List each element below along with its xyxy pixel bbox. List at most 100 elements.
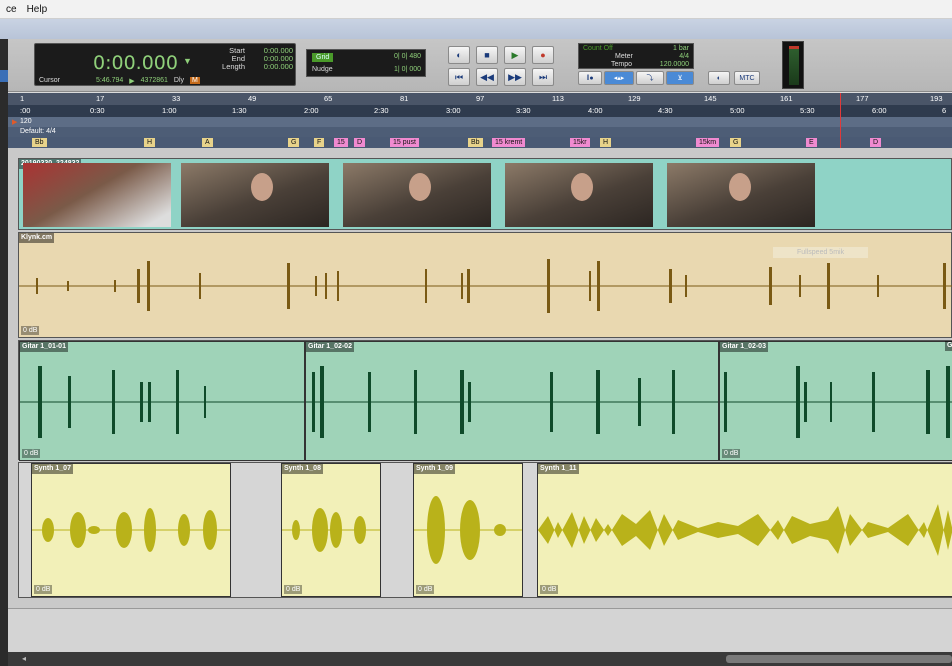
return-to-zero-button[interactable]: ⏮ — [448, 68, 470, 86]
menu-item-help[interactable]: Help — [27, 4, 48, 15]
synth-track[interactable]: Synth 1_07 0 dB Synth 1_08 0 dB Synth 1_… — [18, 462, 952, 598]
online-button[interactable]: ◐ — [448, 46, 470, 64]
marker[interactable]: D — [354, 138, 366, 147]
marker[interactable]: 15 pust — [390, 138, 419, 147]
dly-toggle-icon[interactable]: M — [190, 77, 200, 84]
edit-window-side-button[interactable] — [0, 70, 8, 82]
main-counter[interactable]: 0:00.000 ▼ Start End Length 0:00.000 0:0… — [34, 43, 296, 86]
klynk-waveform — [19, 259, 952, 313]
time-tick: 4:30 — [658, 106, 673, 115]
rewind-button[interactable]: ◀◀ — [476, 68, 498, 86]
marker[interactable]: Bb — [468, 138, 483, 147]
time-tick: 0:30 — [90, 106, 105, 115]
synth-gain[interactable]: 0 dB — [416, 585, 435, 594]
selection-labels: Start End Length — [197, 47, 245, 71]
nudge-value[interactable]: 1| 0| 000 — [394, 66, 421, 73]
online-sync-button[interactable]: ◐ — [708, 71, 730, 85]
tempo-value[interactable]: 120.0000 — [660, 61, 689, 68]
mtc-button[interactable]: MTC — [734, 71, 760, 85]
cursor-row: Cursor 5:46.794 ▶ 4372861 Dly M — [39, 76, 291, 85]
meter-ruler[interactable]: Default: 4/4 — [8, 127, 952, 137]
tracks-area: 20190330_224832 Klynk.cm Fullspeed 5mik … — [8, 148, 952, 608]
video-track[interactable]: 20190330_224832 — [18, 158, 952, 230]
min-sec-ruler[interactable]: :00 0:30 1:00 1:30 2:00 2:30 3:00 3:30 4… — [8, 105, 952, 117]
marker[interactable]: F — [314, 138, 325, 147]
marker[interactable]: 15km — [696, 138, 720, 147]
marker[interactable]: H — [600, 138, 612, 147]
gitar-clip[interactable]: Gitar 1_02-02 — [305, 341, 719, 461]
klynk-track[interactable]: Klynk.cm Fullspeed 5mik 0 dB — [18, 232, 952, 338]
marker[interactable]: Bb — [32, 138, 47, 147]
marker[interactable]: G — [730, 138, 742, 147]
playhead[interactable] — [840, 93, 841, 148]
gitar-clip-name: Gi — [945, 341, 952, 351]
synth-clip[interactable]: Synth 1_08 0 dB — [281, 463, 381, 597]
wait-for-note-button[interactable]: ◂▴▸ — [604, 71, 634, 85]
loop-record-button[interactable]: ‖● — [578, 71, 602, 85]
meter-marker[interactable]: Default: 4/4 — [20, 128, 56, 135]
bar-tick: 113 — [552, 94, 564, 103]
gitar-clip[interactable]: Gitar 1_02-03 0 dB — [719, 341, 952, 461]
grid-value[interactable]: 0| 0| 480 — [394, 53, 421, 60]
gitar-clip-name: Gitar 1_02-02 — [306, 342, 354, 352]
length-value[interactable]: 0:00.000 — [247, 63, 293, 71]
nudge-label[interactable]: Nudge — [312, 66, 333, 73]
synth-gain[interactable]: 0 dB — [540, 585, 559, 594]
marker[interactable]: A — [202, 138, 213, 147]
scrollbar-thumb[interactable] — [726, 655, 952, 663]
marker[interactable]: 15 kremt — [492, 138, 526, 147]
synth-clip[interactable]: Synth 1_11 0 dB — [537, 463, 952, 597]
klynk-gain[interactable]: 0 dB — [21, 326, 40, 335]
horizontal-scrollbar[interactable]: ◂ — [8, 652, 952, 666]
synth-clip[interactable]: Synth 1_09 0 dB — [413, 463, 523, 597]
synth-waveform — [538, 504, 952, 556]
marker-ruler[interactable]: Bb H A G F 15 D 15 pust Bb 15 kremt 15kr… — [8, 137, 952, 148]
bar-tick: 65 — [324, 94, 333, 103]
menu-bar: ce Help — [0, 0, 952, 19]
synth-waveform — [414, 496, 522, 564]
video-thumbnail — [667, 163, 815, 227]
menu-item-window-partial[interactable]: ce — [6, 4, 17, 15]
marker[interactable]: E — [806, 138, 817, 147]
tempo-ruler-button[interactable]: ⊻ — [666, 71, 694, 85]
fast-forward-button[interactable]: ▶▶ — [504, 68, 526, 86]
synth-clip[interactable]: Synth 1_07 0 dB — [31, 463, 231, 597]
cursor-value: 5:46.794 — [96, 77, 124, 84]
grid-nudge-box: Grid 0| 0| 480 Nudge 1| 0| 000 — [306, 49, 426, 77]
marker[interactable]: 15 — [334, 138, 348, 147]
sample-value: 4372861 — [140, 77, 168, 84]
record-button[interactable]: ● — [532, 46, 554, 64]
meter-value[interactable]: 4/4 — [679, 53, 689, 60]
empty-track-area[interactable] — [8, 608, 952, 652]
time-tick: 5:30 — [800, 106, 815, 115]
go-to-end-button[interactable]: ⏭ — [532, 68, 554, 86]
stop-button[interactable]: ■ — [476, 46, 498, 64]
tempo-ruler[interactable]: ▶ 120 — [8, 117, 952, 127]
count-off-label[interactable]: Count Off — [583, 45, 613, 52]
marker[interactable]: 15kr — [570, 138, 590, 147]
tempo-marker-icon: ▶ — [12, 119, 18, 126]
gitar-clip[interactable]: Gitar 1_01-01 0 dB — [19, 341, 305, 461]
synth-gain[interactable]: 0 dB — [284, 585, 303, 594]
time-tick: 3:00 — [446, 106, 461, 115]
marker[interactable]: H — [144, 138, 156, 147]
marker[interactable]: D — [870, 138, 882, 147]
grid-button[interactable]: Grid — [312, 53, 334, 62]
gitar-gain[interactable]: 0 dB — [722, 449, 741, 458]
metronome-button[interactable]: ⤵ — [636, 71, 664, 85]
gitar-gain[interactable]: 0 dB — [22, 449, 41, 458]
meter-fill — [789, 49, 799, 85]
marker[interactable]: G — [288, 138, 300, 147]
main-time-display[interactable]: 0:00.000 — [93, 52, 178, 74]
synth-gain[interactable]: 0 dB — [34, 585, 53, 594]
scroll-left-icon[interactable]: ◂ — [22, 654, 26, 663]
tempo-marker[interactable]: 120 — [20, 118, 32, 125]
bars-beats-ruler[interactable]: 1 17 33 49 65 81 97 113 129 145 161 177 … — [8, 93, 952, 105]
counter-format-chevron-icon[interactable]: ▼ — [183, 56, 192, 66]
synth-clip-name: Synth 1_08 — [282, 464, 323, 474]
bar-tick: 145 — [704, 94, 717, 103]
play-button[interactable]: ▶ — [504, 46, 526, 64]
gitar-track[interactable]: Gitar 1_01-01 0 dB Gitar 1_02-02 Gitar 1… — [18, 340, 952, 461]
cursor-arrow-icon: ▶ — [129, 77, 135, 85]
time-tick: 5:00 — [730, 106, 745, 115]
